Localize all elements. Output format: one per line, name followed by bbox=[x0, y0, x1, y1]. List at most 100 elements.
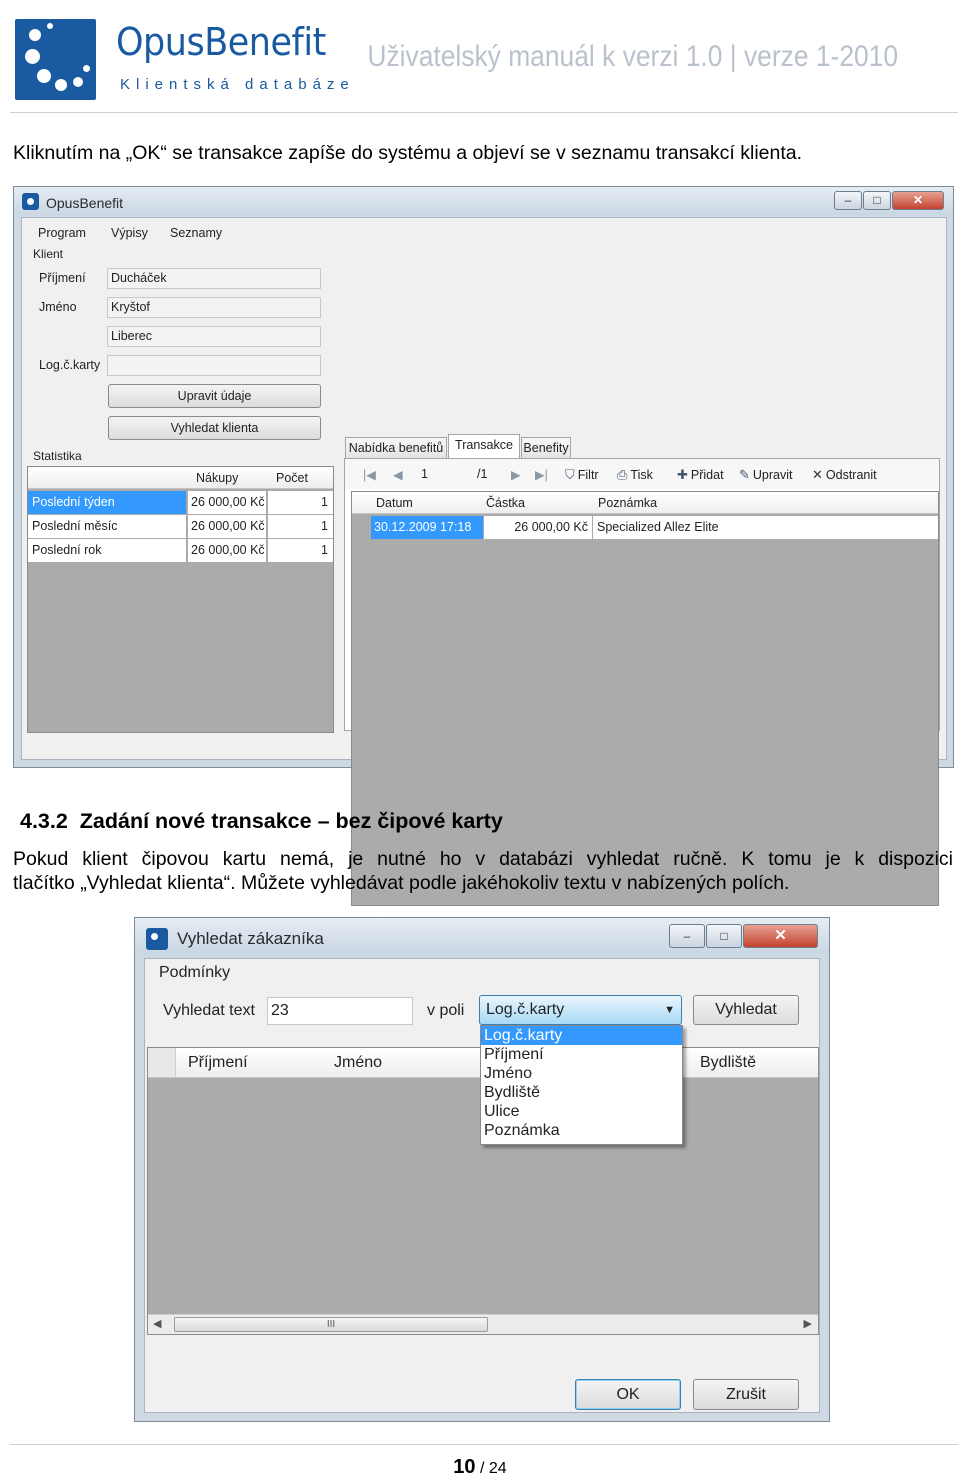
transaction-amount-cell[interactable]: 26 000,00 Kč bbox=[484, 516, 592, 539]
next-record-icon[interactable]: ▶ bbox=[511, 467, 521, 482]
dialog-client-area: Podmínky Vyhledat text 23 v poli Log.č.k… bbox=[144, 958, 820, 1413]
statistics-grid: Nákupy Počet Poslední týden 26 000,00 Kč… bbox=[27, 466, 334, 733]
search-button[interactable]: Vyhledat bbox=[693, 995, 799, 1025]
window-titlebar: OpusBenefit – □ ✕ bbox=[14, 187, 953, 215]
section-paragraph-line-1: Pokud klient čipovou kartu nemá, je nutn… bbox=[13, 848, 953, 870]
maximize-button[interactable]: □ bbox=[706, 924, 742, 948]
footer-divider bbox=[10, 1444, 958, 1445]
transactions-header-row: Datum Částka Poznámka bbox=[352, 492, 938, 514]
add-button[interactable]: ✚ Přidat bbox=[677, 467, 724, 483]
chevron-down-icon: ▼ bbox=[664, 1004, 675, 1016]
transaction-date-cell[interactable]: 30.12.2009 17:18 bbox=[371, 516, 483, 539]
edit-icon: ✎ bbox=[739, 467, 750, 482]
transactions-tab-panel: |◀ ◀ 1 /1 ▶ ▶| ⛉ Filtr ⎙ Tisk ✚ Přidat ✎ Upr… bbox=[344, 458, 940, 906]
dropdown-option[interactable]: Jméno bbox=[481, 1064, 682, 1083]
client-group-label: Klient bbox=[33, 247, 64, 261]
page-header: OpusBenefit Klientská databáze Uživatels… bbox=[0, 0, 960, 112]
print-icon: ⎙ bbox=[617, 467, 628, 482]
stat-count-cell[interactable]: 1 bbox=[268, 539, 333, 562]
opusbenefit-logo-icon bbox=[15, 19, 96, 100]
search-text-input[interactable]: 23 bbox=[267, 997, 413, 1025]
amount-column-header: Částka bbox=[486, 496, 525, 510]
opusbenefit-window: OpusBenefit – □ ✕ Program Výpisy Seznamy… bbox=[13, 186, 954, 906]
horizontal-scrollbar[interactable]: ◀ III ▶ bbox=[148, 1314, 818, 1334]
filter-icon: ⛉ bbox=[565, 467, 575, 482]
previous-record-icon[interactable]: ◀ bbox=[393, 467, 403, 482]
transaction-note-cell[interactable]: Specialized Allez Elite bbox=[593, 516, 938, 539]
stat-amount-cell[interactable]: 26 000,00 Kč bbox=[188, 515, 266, 538]
edit-button[interactable]: ✎ Upravit bbox=[739, 467, 793, 483]
page-number: 10 / 24 bbox=[453, 1456, 507, 1477]
section-paragraph-line-2: tlačítko „Vyhledat klienta“. Můžete vyhl… bbox=[13, 872, 790, 894]
field-dropdown-list: Log.č.karty Příjmení Jméno Bydliště Ulic… bbox=[480, 1025, 683, 1145]
current-record-field[interactable]: 1 bbox=[421, 467, 428, 481]
maximize-button[interactable]: □ bbox=[863, 191, 891, 210]
tab-benefits[interactable]: Benefity bbox=[521, 437, 571, 459]
find-customer-dialog: Vyhledat zákazníka – □ ✕ Podmínky Vyhled… bbox=[134, 917, 830, 1422]
menu-vypisy[interactable]: Výpisy bbox=[111, 226, 148, 240]
delete-icon: ✕ bbox=[812, 467, 823, 482]
surname-label: Příjmení bbox=[39, 271, 86, 285]
note-column-header: Poznámka bbox=[598, 496, 658, 510]
firstname-label: Jméno bbox=[39, 300, 77, 314]
stat-name-cell[interactable]: Poslední měsíc bbox=[28, 515, 186, 538]
residence-column-header[interactable]: Bydliště bbox=[700, 1048, 756, 1078]
surname-field[interactable]: Ducháček bbox=[107, 268, 321, 289]
minimize-button[interactable]: – bbox=[669, 924, 705, 948]
firstname-field[interactable]: Kryštof bbox=[107, 297, 321, 318]
find-client-button[interactable]: Vyhledat klienta bbox=[108, 416, 321, 440]
delete-button[interactable]: ✕ Odstranit bbox=[812, 467, 877, 483]
tab-transactions[interactable]: Transakce bbox=[448, 434, 520, 459]
stat-count-cell[interactable]: 1 bbox=[268, 515, 333, 538]
brand-subtitle: Klientská databáze bbox=[120, 76, 355, 93]
dialog-title: Vyhledat zákazníka bbox=[177, 929, 324, 948]
transactions-grid: Datum Částka Poznámka 30.12.2009 17:18 2… bbox=[351, 491, 939, 906]
city-field[interactable]: Liberec bbox=[107, 326, 321, 347]
tab-benefit-offer[interactable]: Nabídka benefitů bbox=[345, 437, 447, 459]
ok-button[interactable]: OK bbox=[575, 1379, 681, 1410]
dropdown-option[interactable]: Poznámka bbox=[481, 1121, 682, 1140]
close-button[interactable]: ✕ bbox=[892, 191, 944, 210]
filter-button[interactable]: ⛉ Filtr bbox=[565, 467, 599, 483]
print-button[interactable]: ⎙ Tisk bbox=[617, 467, 653, 483]
card-number-field[interactable] bbox=[107, 355, 321, 376]
minimize-button[interactable]: – bbox=[834, 191, 862, 210]
scrollbar-thumb[interactable]: III bbox=[174, 1317, 488, 1332]
last-record-icon[interactable]: ▶| bbox=[535, 467, 548, 482]
firstname-column-header[interactable]: Jméno bbox=[334, 1048, 382, 1078]
stat-name-cell[interactable]: Poslední rok bbox=[28, 539, 186, 562]
count-column-header: Počet bbox=[276, 471, 308, 485]
dropdown-option[interactable]: Bydliště bbox=[481, 1083, 682, 1102]
dropdown-option[interactable]: Log.č.karty bbox=[481, 1026, 682, 1045]
search-text-label: Vyhledat text bbox=[163, 1002, 255, 1019]
app-icon bbox=[22, 193, 39, 210]
conditions-group-label: Podmínky bbox=[159, 964, 231, 981]
stat-name-cell[interactable]: Poslední týden bbox=[28, 491, 186, 514]
stat-amount-cell[interactable]: 26 000,00 Kč bbox=[188, 491, 266, 514]
header-divider bbox=[10, 112, 958, 113]
intro-paragraph: Kliknutím na „OK“ se transakce zapíše do… bbox=[13, 142, 803, 164]
total-records: /1 bbox=[477, 467, 488, 481]
date-column-header: Datum bbox=[376, 496, 413, 510]
scroll-left-icon[interactable]: ◀ bbox=[153, 1317, 161, 1330]
dropdown-option[interactable]: Příjmení bbox=[481, 1045, 682, 1064]
purchases-column-header: Nákupy bbox=[196, 471, 239, 485]
dropdown-option[interactable]: Ulice bbox=[481, 1102, 682, 1121]
statistics-header-row: Nákupy Počet bbox=[28, 467, 333, 489]
cancel-button[interactable]: Zrušit bbox=[693, 1379, 799, 1410]
menu-program[interactable]: Program bbox=[38, 226, 86, 240]
stat-amount-cell[interactable]: 26 000,00 Kč bbox=[188, 539, 266, 562]
brand-name: OpusBenefit bbox=[116, 20, 326, 64]
surname-column-header[interactable]: Příjmení bbox=[188, 1048, 248, 1078]
section-paragraph: Pokud klient čipovou kartu nemá, je nutn… bbox=[13, 847, 953, 871]
scroll-right-icon[interactable]: ▶ bbox=[804, 1317, 812, 1330]
first-record-icon[interactable]: |◀ bbox=[363, 467, 376, 482]
menu-seznamy[interactable]: Seznamy bbox=[170, 226, 222, 240]
document-title: Uživatelský manuál k verzi 1.0 | verze 1… bbox=[367, 40, 898, 73]
close-button[interactable]: ✕ bbox=[743, 924, 818, 948]
add-icon: ✚ bbox=[677, 467, 688, 482]
field-select[interactable]: Log.č.karty ▼ bbox=[479, 995, 682, 1025]
field-select-value: Log.č.karty bbox=[486, 1001, 565, 1018]
stat-count-cell[interactable]: 1 bbox=[268, 491, 333, 514]
edit-details-button[interactable]: Upravit údaje bbox=[108, 384, 321, 408]
